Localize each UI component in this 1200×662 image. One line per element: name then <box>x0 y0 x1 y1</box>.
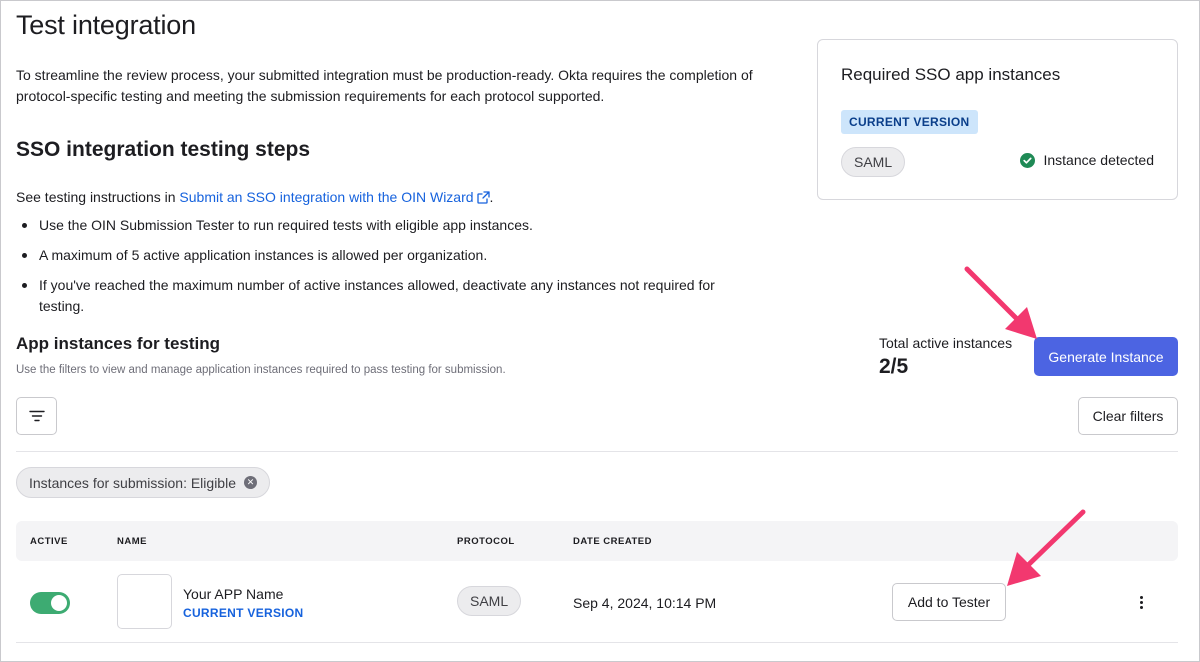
filter-chip: Instances for submission: Eligible ✕ <box>16 467 270 498</box>
column-header-protocol: PROTOCOL <box>457 536 515 547</box>
list-item: Use the OIN Submission Tester to run req… <box>16 215 756 236</box>
column-header-active: ACTIVE <box>30 536 68 547</box>
instructions-suffix: . <box>489 189 494 205</box>
total-active-value: 2/5 <box>879 355 909 378</box>
generate-instance-button[interactable]: Generate Instance <box>1034 337 1178 376</box>
required-instances-card: Required SSO app instances CURRENT VERSI… <box>817 39 1178 200</box>
current-version-badge: CURRENT VERSION <box>841 110 978 134</box>
list-item: If you've reached the maximum number of … <box>16 275 756 317</box>
active-toggle[interactable] <box>30 592 70 614</box>
instances-title: App instances for testing <box>16 334 221 353</box>
arrow-annotation-icon <box>1007 509 1086 586</box>
divider <box>16 451 1178 452</box>
add-to-tester-button[interactable]: Add to Tester <box>892 583 1006 621</box>
protocol-pill: SAML <box>841 147 906 177</box>
oin-wizard-link-label: Submit an SSO integration with the OIN W… <box>179 189 474 205</box>
instance-status: Instance detected <box>1020 152 1154 168</box>
card-title: Required SSO app instances <box>841 65 1061 84</box>
external-link-icon <box>476 191 490 204</box>
app-version: CURRENT VERSION <box>183 606 304 620</box>
filter-icon <box>28 410 45 422</box>
instructions-text: See testing instructions in Submit an SS… <box>16 187 493 207</box>
instance-status-label: Instance detected <box>1043 152 1154 168</box>
page-title: Test integration <box>16 10 196 40</box>
oin-wizard-link[interactable]: Submit an SSO integration with the OIN W… <box>179 189 490 205</box>
page-frame: Test integration To streamline the revie… <box>0 0 1200 662</box>
intro-text: To streamline the review process, your s… <box>16 67 753 104</box>
app-logo <box>117 574 172 629</box>
column-header-name: NAME <box>117 536 147 547</box>
kebab-menu-icon[interactable] <box>1133 592 1149 612</box>
instructions-prefix: See testing instructions in <box>16 189 180 205</box>
protocol-pill: SAML <box>457 586 522 616</box>
steps-list: Use the OIN Submission Tester to run req… <box>16 215 756 326</box>
clear-filters-button[interactable]: Clear filters <box>1078 397 1178 435</box>
instances-subtitle: Use the filters to view and manage appli… <box>16 364 506 376</box>
filter-chip-label: Instances for submission: Eligible <box>29 474 236 491</box>
steps-title: SSO integration testing steps <box>16 138 311 161</box>
toggle-knob <box>51 595 67 611</box>
arrow-annotation-icon <box>964 266 1037 339</box>
list-item: A maximum of 5 active application instan… <box>16 245 756 266</box>
date-created: Sep 4, 2024, 10:14 PM <box>573 595 717 611</box>
app-name: Your APP Name <box>183 586 284 602</box>
close-icon[interactable]: ✕ <box>244 476 257 489</box>
column-header-date-created: DATE CREATED <box>573 536 653 547</box>
filter-button[interactable] <box>16 397 57 435</box>
check-circle-icon <box>1020 152 1036 168</box>
